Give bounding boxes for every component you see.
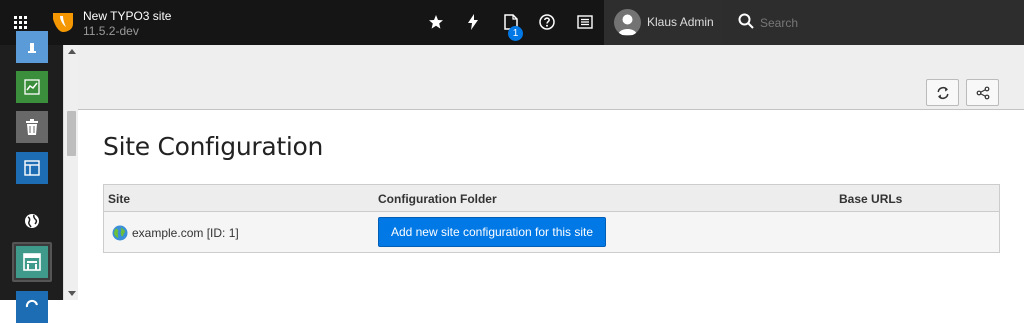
help-icon[interactable] <box>537 12 557 32</box>
page-title: Site Configuration <box>103 132 324 161</box>
flash-icon[interactable] <box>463 12 483 32</box>
module-info[interactable] <box>16 31 48 63</box>
info-icon <box>28 43 36 53</box>
bookmark-star-icon[interactable] <box>426 12 446 32</box>
search-icon[interactable] <box>738 13 754 29</box>
refresh-icon <box>936 86 949 99</box>
sidebar-scrollbar[interactable] <box>63 45 78 300</box>
search-area <box>722 0 1024 45</box>
user-name: Klaus Admin <box>647 15 714 29</box>
site-configuration-table: Site Configuration Folder Base URLs exam… <box>103 184 1000 253</box>
share-icon <box>976 86 989 99</box>
user-icon <box>618 14 637 35</box>
layout-icon <box>24 160 40 176</box>
column-header-site: Site <box>108 192 131 206</box>
table-row: example.com [ID: 1] Add new site configu… <box>104 212 999 252</box>
module-site-management[interactable] <box>16 205 48 237</box>
add-site-configuration-button[interactable]: Add new site configuration for this site <box>378 217 606 247</box>
module-sites[interactable] <box>12 242 52 282</box>
module-recycler[interactable] <box>16 111 48 143</box>
grid-icon <box>13 16 27 29</box>
avatar <box>614 9 641 36</box>
chart-icon <box>24 79 40 95</box>
site-name: example.com [ID: 1] <box>132 226 239 240</box>
module-scheduler[interactable] <box>16 291 48 323</box>
site-title: New TYPO3 site <box>83 9 172 23</box>
typo3-logo[interactable] <box>51 10 75 34</box>
trash-icon <box>26 119 38 135</box>
system-info-icon[interactable] <box>575 12 595 32</box>
globe-icon <box>25 214 39 228</box>
globe-icon <box>112 225 128 241</box>
user-menu-button[interactable]: Klaus Admin <box>604 0 722 45</box>
scroll-up-arrow-icon[interactable] <box>68 49 76 54</box>
sites-icon <box>23 253 41 271</box>
scroll-down-arrow-icon[interactable] <box>68 291 76 296</box>
topbar: New TYPO3 site 11.5.2-dev 1 Klaus Admin <box>0 0 1024 45</box>
share-button[interactable] <box>966 79 999 106</box>
column-header-configuration-folder: Configuration Folder <box>378 192 497 206</box>
refresh-icon <box>25 299 38 308</box>
site-version: 11.5.2-dev <box>83 24 139 38</box>
doc-header <box>78 45 1024 110</box>
table-header-row: Site Configuration Folder Base URLs <box>104 185 999 212</box>
opendocs-badge: 1 <box>508 26 523 41</box>
column-header-base-urls: Base URLs <box>839 192 903 206</box>
reload-button[interactable] <box>926 79 959 106</box>
search-input[interactable] <box>760 12 1010 34</box>
module-reports[interactable] <box>16 71 48 103</box>
module-layout[interactable] <box>16 152 48 184</box>
scroll-thumb[interactable] <box>67 111 76 156</box>
module-sidebar <box>0 31 63 323</box>
